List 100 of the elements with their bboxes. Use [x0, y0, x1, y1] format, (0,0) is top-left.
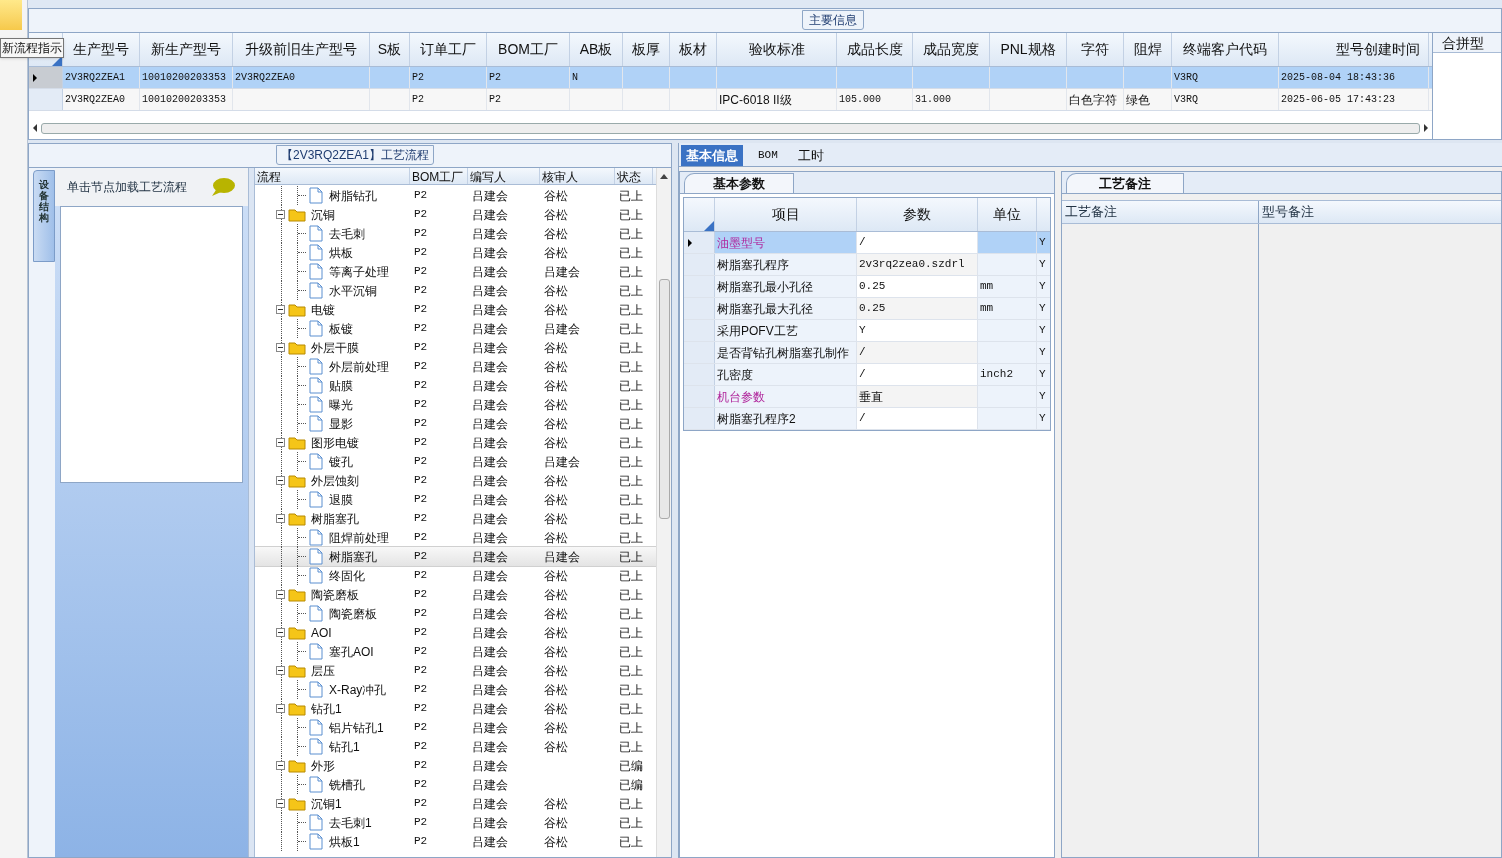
table-row[interactable]: 树脂塞孔程序 2v3rq2zea0.szdrl Y — [684, 254, 1050, 276]
tab[interactable]: 工时 — [792, 145, 829, 166]
column-header[interactable]: 阻焊 — [1124, 33, 1172, 66]
parameter-value[interactable]: 垂直 — [857, 386, 978, 407]
column-header[interactable]: 项目 — [715, 198, 857, 231]
column-header[interactable]: 订单工厂 — [410, 33, 487, 66]
parameter-value[interactable]: / — [857, 232, 978, 253]
column-header[interactable]: 核审人 — [540, 168, 615, 184]
tree-row[interactable]: 树脂钻孔 P2 吕建会 谷松 已上 — [255, 186, 656, 205]
tree-row[interactable]: 去毛刺1 P2 吕建会 谷松 已上 — [255, 813, 656, 832]
table-row[interactable]: 2V3RQ2ZEA1 10010200203353 2V3RQ2ZEA0 P2 P2 N V3RQ 2025-08-04 18:43:36 — [29, 67, 1432, 89]
tree-row[interactable]: 烘板1 P2 吕建会 谷松 已上 — [255, 832, 656, 851]
collapse-toggle[interactable] — [276, 514, 285, 523]
tree-row[interactable]: 电镀 P2 吕建会 谷松 已上 — [255, 300, 656, 319]
column-header[interactable]: BOM工厂 — [410, 168, 468, 184]
tree-row[interactable]: 图形电镀 P2 吕建会 谷松 已上 — [255, 433, 656, 452]
tree-row[interactable]: 等离子处理 P2 吕建会 吕建会 已上 — [255, 262, 656, 281]
panel-tab[interactable]: 工艺备注 — [1066, 173, 1184, 193]
tree-row[interactable]: 烘板 P2 吕建会 谷松 已上 — [255, 243, 656, 262]
tree-row[interactable]: 层压 P2 吕建会 谷松 已上 — [255, 661, 656, 680]
column-header[interactable]: 成品长度 — [837, 33, 913, 66]
column-header[interactable]: 板材 — [670, 33, 717, 66]
tree-row[interactable]: 水平沉铜 P2 吕建会 谷松 已上 — [255, 281, 656, 300]
parameter-value[interactable]: / — [857, 342, 978, 363]
tree-row[interactable]: 去毛刺 P2 吕建会 谷松 已上 — [255, 224, 656, 243]
column-header[interactable]: 单位 — [978, 198, 1037, 231]
column-header[interactable]: 成品宽度 — [913, 33, 990, 66]
table-row[interactable]: 树脂塞孔程序2 / Y — [684, 408, 1050, 430]
tab[interactable]: 基本信息 — [681, 145, 743, 166]
side-tab[interactable]: 设备结构 — [33, 170, 55, 262]
column-header[interactable]: 新生产型号 — [140, 33, 233, 66]
tree-row[interactable]: 外层蚀刻 P2 吕建会 谷松 已上 — [255, 471, 656, 490]
collapse-toggle[interactable] — [276, 761, 285, 770]
tree-row[interactable]: 塞孔AOI P2 吕建会 谷松 已上 — [255, 642, 656, 661]
tree-row[interactable]: 铝片钻孔1 P2 吕建会 谷松 已上 — [255, 718, 656, 737]
collapse-toggle[interactable] — [276, 666, 285, 675]
column-header[interactable]: 工艺备注 — [1062, 201, 1259, 223]
column-header[interactable]: 型号创建时间 — [1279, 33, 1429, 66]
column-header[interactable]: 型号备注 — [1259, 201, 1501, 223]
collapse-toggle[interactable] — [276, 210, 285, 219]
tree-row[interactable]: X-Ray冲孔 P2 吕建会 谷松 已上 — [255, 680, 656, 699]
tree-row[interactable]: 铣槽孔 P2 吕建会 已编 — [255, 775, 656, 794]
column-header[interactable]: S板 — [370, 33, 410, 66]
tree-row[interactable]: 外层前处理 P2 吕建会 谷松 已上 — [255, 357, 656, 376]
table-row[interactable]: 机台参数 垂直 Y — [684, 386, 1050, 408]
table-row[interactable]: 2V3RQ2ZEA0 10010200203353 P2 P2 IPC-6018 II级 105.000 31.000 白色字符 绿色 V3RQ 2025-06-05 17:43:23 — [29, 89, 1432, 111]
tree-row[interactable]: 外层干膜 P2 吕建会 谷松 已上 — [255, 338, 656, 357]
panel-tab[interactable]: 基本参数 — [684, 173, 794, 193]
tree-row[interactable]: 钻孔1 P2 吕建会 谷松 已上 — [255, 737, 656, 756]
column-header[interactable]: AB板 — [570, 33, 623, 66]
table-row[interactable]: 树脂塞孔最小孔径 0.25 mm Y — [684, 276, 1050, 298]
collapse-toggle[interactable] — [276, 438, 285, 447]
tree-row[interactable]: 曝光 P2 吕建会 谷松 已上 — [255, 395, 656, 414]
column-header[interactable]: 字符 — [1067, 33, 1124, 66]
column-header[interactable]: 状态 — [615, 168, 653, 184]
parameter-value[interactable]: Y — [857, 320, 978, 341]
column-header[interactable]: 合拼型 — [1433, 33, 1501, 53]
tree-row[interactable]: 板镀 P2 吕建会 吕建会 已上 — [255, 319, 656, 338]
collapse-toggle[interactable] — [276, 476, 285, 485]
tab[interactable]: BOM — [753, 145, 783, 166]
tree-row[interactable]: 树脂塞孔 P2 吕建会 吕建会 已上 — [255, 547, 656, 566]
tree-row[interactable]: AOI P2 吕建会 谷松 已上 — [255, 623, 656, 642]
tree-row[interactable]: 外形 P2 吕建会 已编 — [255, 756, 656, 775]
column-header[interactable]: 终端客户代码 — [1172, 33, 1279, 66]
table-row[interactable]: 是否背钻孔树脂塞孔制作 / Y — [684, 342, 1050, 364]
tree-row[interactable]: 退膜 P2 吕建会 谷松 已上 — [255, 490, 656, 509]
column-header[interactable]: 参数 — [857, 198, 978, 231]
tree-row[interactable]: 钻孔1 P2 吕建会 谷松 已上 — [255, 699, 656, 718]
collapse-toggle[interactable] — [276, 343, 285, 352]
column-header[interactable]: 编写人 — [468, 168, 540, 184]
tree-row[interactable]: 树脂塞孔 P2 吕建会 谷松 已上 — [255, 509, 656, 528]
tree-row[interactable]: 沉铜 P2 吕建会 谷松 已上 — [255, 205, 656, 224]
table-row[interactable]: 孔密度 / inch2 Y — [684, 364, 1050, 386]
tree-row[interactable]: 陶瓷磨板 P2 吕建会 谷松 已上 — [255, 604, 656, 623]
tree-row[interactable]: 显影 P2 吕建会 谷松 已上 — [255, 414, 656, 433]
table-row[interactable]: 树脂塞孔最大孔径 0.25 mm Y — [684, 298, 1050, 320]
vertical-scrollbar[interactable] — [656, 168, 671, 857]
collapse-toggle[interactable] — [276, 590, 285, 599]
column-header[interactable]: 验收标准 — [717, 33, 837, 66]
parameter-value[interactable]: / — [857, 408, 978, 429]
table-row[interactable]: 油墨型号 / Y — [684, 232, 1050, 254]
table-row[interactable]: 采用POFV工艺 Y Y — [684, 320, 1050, 342]
parameter-value[interactable]: / — [857, 364, 978, 385]
tree-row[interactable]: 沉铜1 P2 吕建会 谷松 已上 — [255, 794, 656, 813]
column-header[interactable]: PNL规格 — [990, 33, 1067, 66]
column-header[interactable]: 流程 — [255, 168, 410, 184]
parameter-value[interactable]: 0.25 — [857, 276, 978, 297]
tree-row[interactable]: 终固化 P2 吕建会 谷松 已上 — [255, 566, 656, 585]
column-header[interactable]: 板厚 — [623, 33, 670, 66]
collapse-toggle[interactable] — [276, 799, 285, 808]
column-header[interactable]: BOM工厂 — [487, 33, 570, 66]
tree-row[interactable]: 镀孔 P2 吕建会 吕建会 已上 — [255, 452, 656, 471]
collapse-toggle[interactable] — [276, 628, 285, 637]
collapse-toggle[interactable] — [276, 704, 285, 713]
column-header[interactable]: 升级前旧生产型号 — [233, 33, 370, 66]
tree-row[interactable]: 陶瓷磨板 P2 吕建会 谷松 已上 — [255, 585, 656, 604]
collapse-toggle[interactable] — [276, 305, 285, 314]
tree-row[interactable]: 贴膜 P2 吕建会 谷松 已上 — [255, 376, 656, 395]
horizontal-scrollbar[interactable] — [33, 121, 1428, 135]
parameter-value[interactable]: 0.25 — [857, 298, 978, 319]
